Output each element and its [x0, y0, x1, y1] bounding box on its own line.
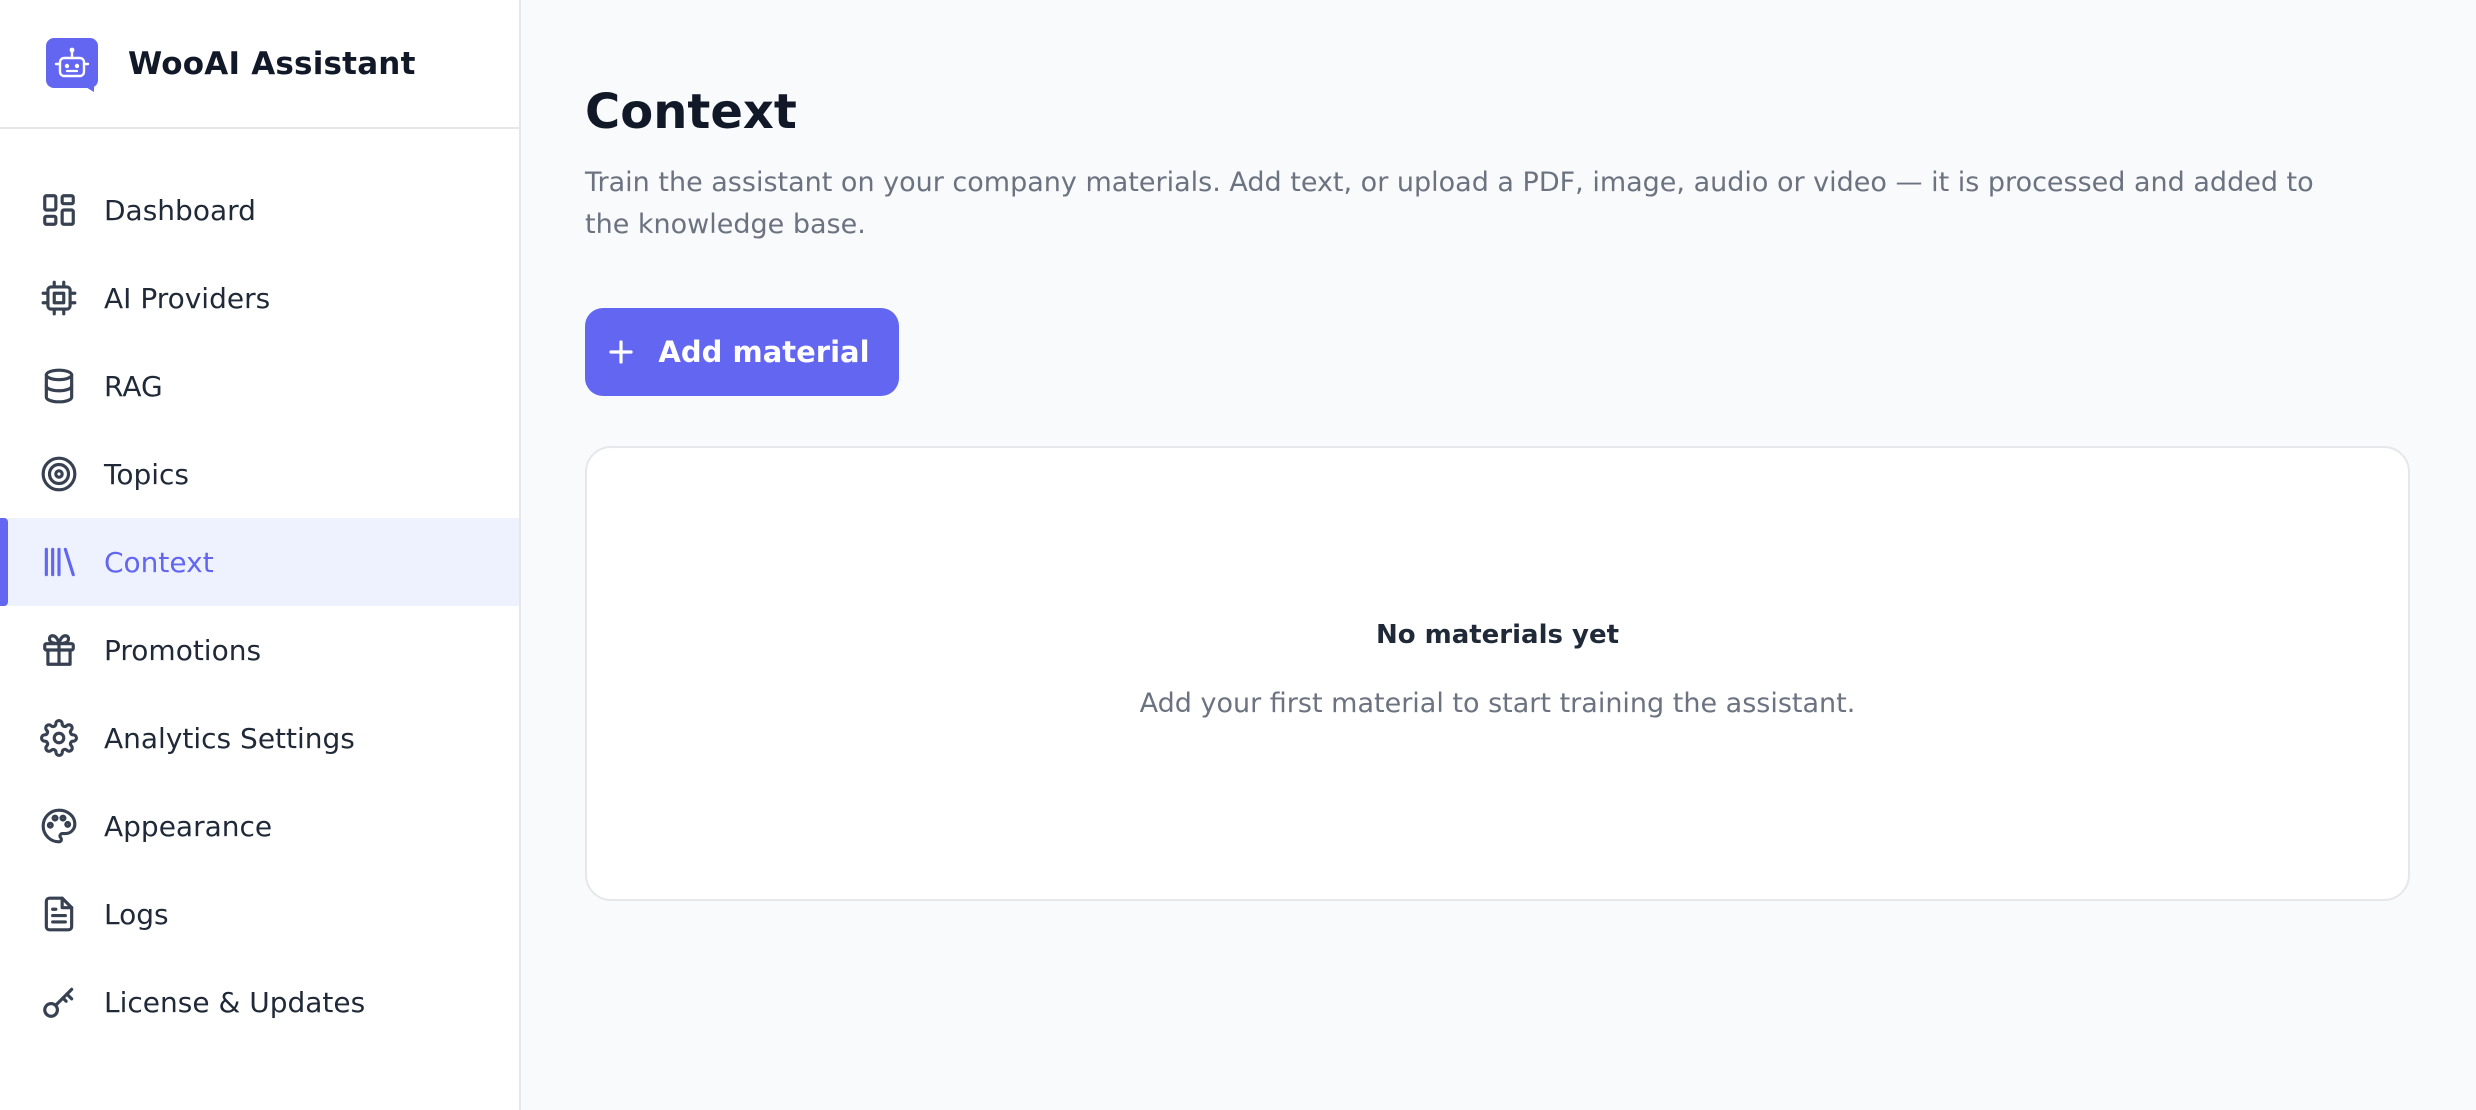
sidebar-item-appearance[interactable]: Appearance [0, 782, 519, 870]
sidebar-item-logs[interactable]: Logs [0, 870, 519, 958]
sidebar-item-rag[interactable]: RAG [0, 342, 519, 430]
brand-title: WooAI Assistant [128, 45, 416, 82]
empty-state-description: Add your first material to start trainin… [1139, 688, 1856, 719]
sidebar-item-label: RAG [104, 369, 163, 403]
sidebar-item-label: Topics [104, 457, 190, 491]
app-root: WooAI Assistant Dashboard AI Providers R… [0, 0, 2476, 1110]
add-material-label: Add material [658, 335, 870, 369]
gift-icon [40, 631, 78, 669]
sidebar-item-label: License & Updates [104, 985, 366, 1019]
empty-state-card: No materials yet Add your first material… [585, 446, 2410, 901]
plus-icon [606, 337, 636, 367]
sidebar-item-label: AI Providers [104, 281, 271, 315]
sidebar-item-label: Promotions [104, 633, 262, 667]
sidebar-item-license-updates[interactable]: License & Updates [0, 958, 519, 1046]
sidebar-item-label: Logs [104, 897, 169, 931]
palette-icon [40, 807, 78, 845]
brand-header: WooAI Assistant [0, 0, 519, 129]
sidebar-item-label: Appearance [104, 809, 273, 843]
add-material-button[interactable]: Add material [585, 308, 899, 396]
sidebar-item-promotions[interactable]: Promotions [0, 606, 519, 694]
page-description: Train the assistant on your company mate… [585, 167, 2314, 240]
sidebar-item-ai-providers[interactable]: AI Providers [0, 254, 519, 342]
main-content: Context Train the assistant on your comp… [521, 0, 2476, 1110]
sidebar: WooAI Assistant Dashboard AI Providers R… [0, 0, 521, 1110]
cpu-chip-icon [40, 279, 78, 317]
sidebar-item-analytics-settings[interactable]: Analytics Settings [0, 694, 519, 782]
database-icon [40, 367, 78, 405]
gear-icon [40, 719, 78, 757]
sidebar-item-dashboard[interactable]: Dashboard [0, 166, 519, 254]
grid-icon [40, 191, 78, 229]
library-icon [40, 543, 78, 581]
robot-chat-icon [44, 36, 100, 92]
sidebar-item-label: Context [104, 545, 214, 579]
target-icon [40, 455, 78, 493]
sidebar-nav: Dashboard AI Providers RAG Topics Contex… [0, 129, 519, 1046]
sidebar-item-topics[interactable]: Topics [0, 430, 519, 518]
sidebar-item-label: Dashboard [104, 193, 256, 227]
empty-state-title: No materials yet [1375, 620, 1620, 650]
page-title: Context [585, 84, 797, 140]
sidebar-item-label: Analytics Settings [104, 721, 355, 755]
key-icon [40, 983, 78, 1021]
sidebar-item-context[interactable]: Context [0, 518, 519, 606]
document-icon [40, 895, 78, 933]
